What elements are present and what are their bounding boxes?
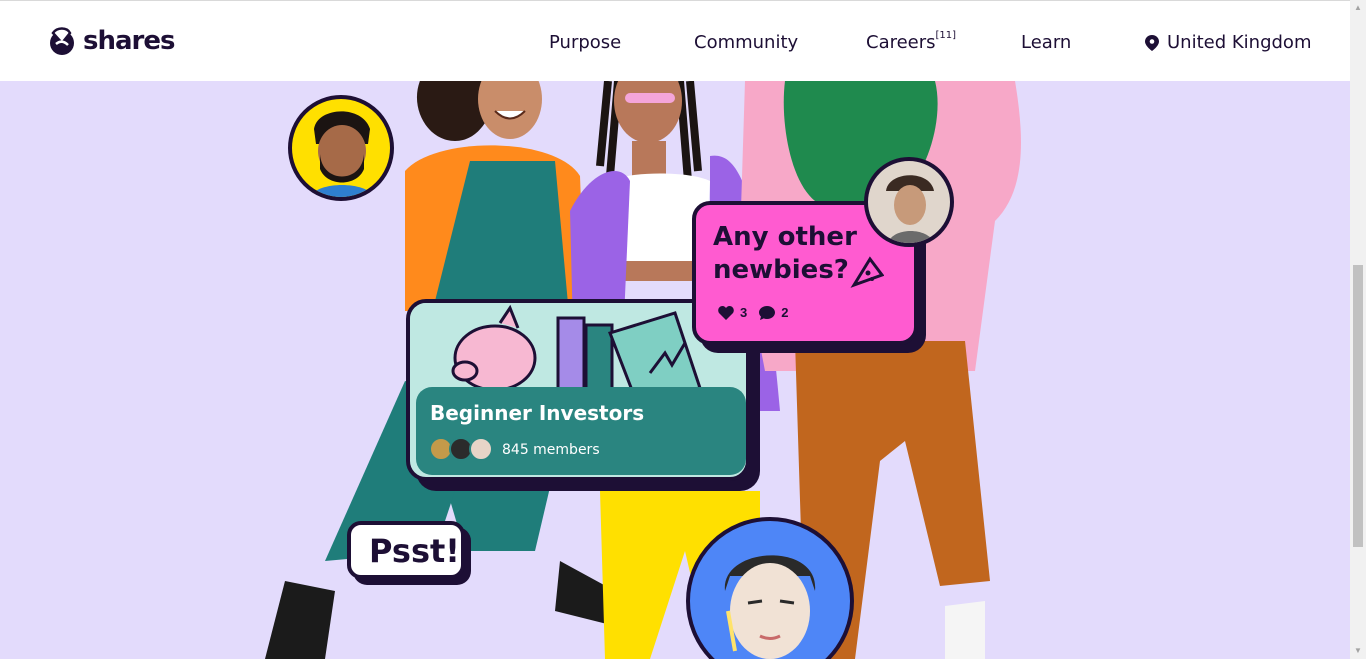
- pizza-slice-icon: [850, 256, 884, 288]
- site-header: shares Purpose Community Careers[11] Lea…: [0, 0, 1350, 81]
- bearded-man-illustration: [310, 111, 374, 197]
- scrollbar-thumb[interactable]: [1353, 265, 1363, 547]
- scroll-up-arrow-icon[interactable]: ▲: [1350, 0, 1366, 16]
- nav-purpose[interactable]: Purpose: [549, 32, 621, 53]
- country-label: United Kingdom: [1167, 32, 1312, 53]
- painted-face-illustration: [724, 555, 816, 659]
- chat-bubble-psst[interactable]: Psst!: [347, 521, 465, 579]
- avatar-bearded-man: [288, 95, 394, 201]
- member-avatars: [429, 437, 493, 461]
- woman-cap-illustration: [886, 175, 934, 243]
- careers-count-badge: [11]: [935, 30, 957, 41]
- reactions: 3 2: [718, 305, 788, 320]
- location-pin-icon: [1145, 34, 1159, 51]
- logo-wordmark: shares: [83, 26, 175, 56]
- comment-count: 2: [781, 305, 789, 320]
- community-card-title: Beginner Investors: [430, 401, 645, 425]
- page-scrollbar[interactable]: ▲ ▼: [1350, 0, 1366, 659]
- nav-careers-label: Careers: [866, 32, 936, 53]
- scroll-down-arrow-icon[interactable]: ▼: [1350, 643, 1366, 659]
- hero-section: Beginner Investors 845 members Any other…: [0, 81, 1350, 659]
- member-count: 845 members: [502, 442, 600, 458]
- chat-bubble-text: Any other newbies?: [713, 222, 857, 285]
- nav-learn[interactable]: Learn: [1021, 32, 1071, 53]
- nav-community[interactable]: Community: [694, 32, 798, 53]
- psst-text: Psst!: [369, 532, 460, 570]
- country-selector[interactable]: United Kingdom: [1145, 32, 1311, 53]
- nav-careers[interactable]: Careers[11]: [866, 30, 957, 53]
- shares-logo-icon: [50, 27, 74, 55]
- heart-icon[interactable]: [718, 305, 734, 320]
- like-count: 3: [740, 305, 748, 320]
- shares-logo[interactable]: shares: [47, 25, 175, 57]
- community-card-panel: Beginner Investors 845 members: [416, 387, 746, 475]
- comment-icon[interactable]: [759, 305, 776, 320]
- avatar-woman-cap: [864, 157, 954, 247]
